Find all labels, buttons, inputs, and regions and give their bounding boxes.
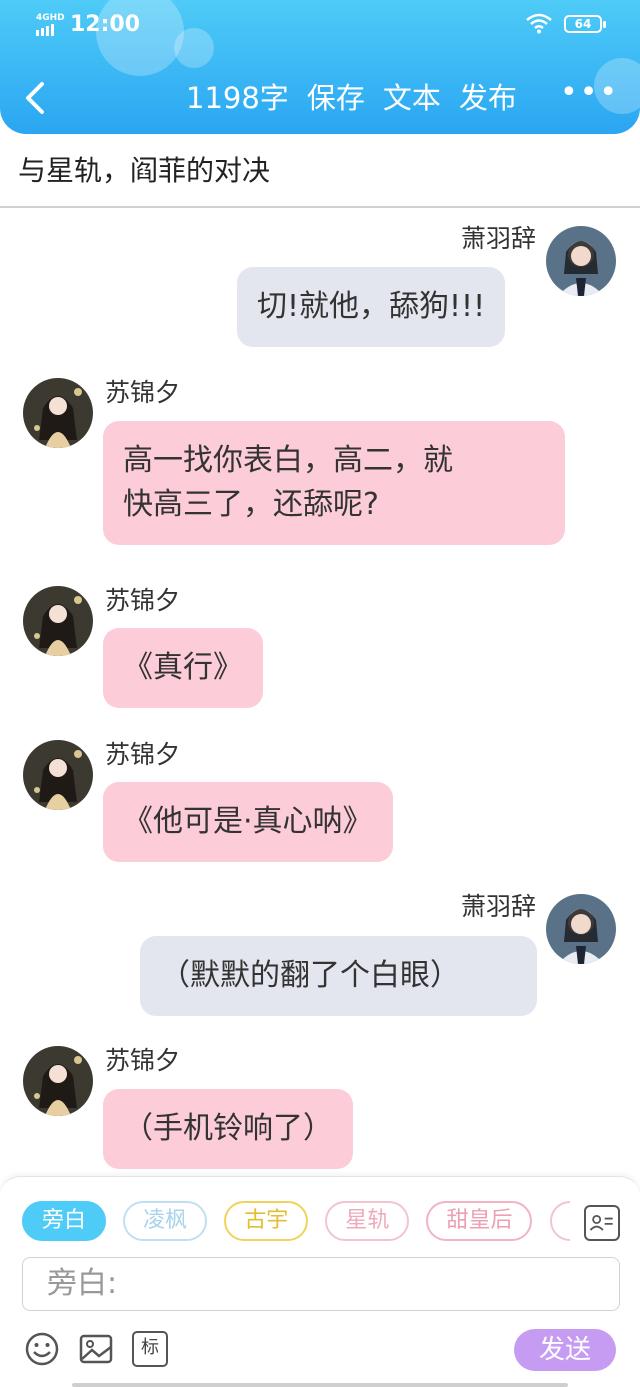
message-line: 快高三了，还舔呢? — [123, 487, 379, 522]
network-type: 4GHD — [36, 13, 65, 23]
sender-name: 苏锦夕 — [105, 740, 181, 769]
image-icon[interactable] — [78, 1331, 114, 1367]
tag-character[interactable]: 凌枫 — [123, 1201, 208, 1241]
send-button[interactable]: 发送 — [514, 1329, 616, 1371]
sender-name: 苏锦夕 — [105, 378, 181, 407]
message-bubble[interactable]: （默默的翻了个白眼） — [140, 936, 537, 1016]
message-input[interactable]: 旁白: — [22, 1257, 620, 1311]
avatar-sujinxi[interactable] — [23, 1046, 93, 1116]
battery-indicator: 64 — [564, 15, 606, 33]
back-icon[interactable] — [18, 76, 52, 120]
character-tags: 旁白 凌枫 古宇 星轨 甜皇后 阎 — [22, 1201, 570, 1245]
app: 4GHD 12:00 64 1198字 保存 文本 发布 ••• 与星轨，阎菲的… — [0, 0, 640, 1387]
top-bar: 4GHD 12:00 64 1198字 保存 文本 发布 ••• — [0, 0, 640, 134]
message-bubble[interactable]: 《他可是·真心呐》 — [103, 782, 393, 862]
sender-name: 苏锦夕 — [105, 586, 181, 615]
message-line: 高一找你表白，高二，就 — [123, 443, 453, 478]
tag-character[interactable]: 阎 — [549, 1201, 570, 1241]
emoji-icon[interactable] — [24, 1331, 60, 1367]
signal-icon — [36, 24, 54, 36]
message-bubble[interactable]: 高一找你表白，高二，就 快高三了，还舔呢? — [103, 421, 565, 545]
clock: 12:00 — [70, 12, 141, 37]
tag-character[interactable]: 星轨 — [325, 1201, 410, 1241]
sender-name: 萧羽辞 — [460, 892, 536, 921]
message-bubble[interactable]: 切!就他，舔狗!!! — [237, 267, 506, 347]
avatar-sujinxi[interactable] — [23, 740, 93, 810]
sender-name: 苏锦夕 — [105, 1046, 181, 1075]
wifi-icon — [526, 13, 552, 34]
contact-card-icon[interactable] — [584, 1205, 620, 1241]
nav-bar: 1198字 保存 文本 发布 ••• — [0, 70, 640, 130]
word-count: 1198字 — [186, 81, 289, 115]
status-bar: 4GHD 12:00 64 — [0, 0, 640, 54]
message-bubble[interactable]: 《真行》 — [103, 628, 263, 708]
tag-character[interactable]: 古宇 — [224, 1201, 309, 1241]
format-button[interactable]: 标 — [132, 1331, 168, 1367]
avatar-xiaoyuci[interactable] — [546, 894, 616, 964]
more-icon[interactable]: ••• — [560, 78, 619, 108]
story-title[interactable]: 与星轨，阎菲的对决 — [0, 134, 640, 208]
message-bubble[interactable]: （手机铃响了） — [103, 1089, 353, 1169]
avatar-xiaoyuci[interactable] — [546, 226, 616, 296]
save-button[interactable]: 保存 — [307, 78, 365, 118]
publish-button[interactable]: 发布 — [459, 78, 517, 118]
composer-panel: 旁白 凌枫 古宇 星轨 甜皇后 阎 旁白: 标 发送 — [0, 1176, 640, 1387]
home-indicator — [72, 1383, 568, 1387]
sender-name: 萧羽辞 — [460, 224, 536, 253]
nav-actions: 1198字 保存 文本 发布 — [186, 78, 517, 118]
tag-character[interactable]: 甜皇后 — [426, 1201, 533, 1241]
avatar-sujinxi[interactable] — [23, 378, 93, 448]
tag-narration[interactable]: 旁白 — [22, 1201, 107, 1241]
avatar-sujinxi[interactable] — [23, 586, 93, 656]
text-button[interactable]: 文本 — [383, 78, 441, 118]
